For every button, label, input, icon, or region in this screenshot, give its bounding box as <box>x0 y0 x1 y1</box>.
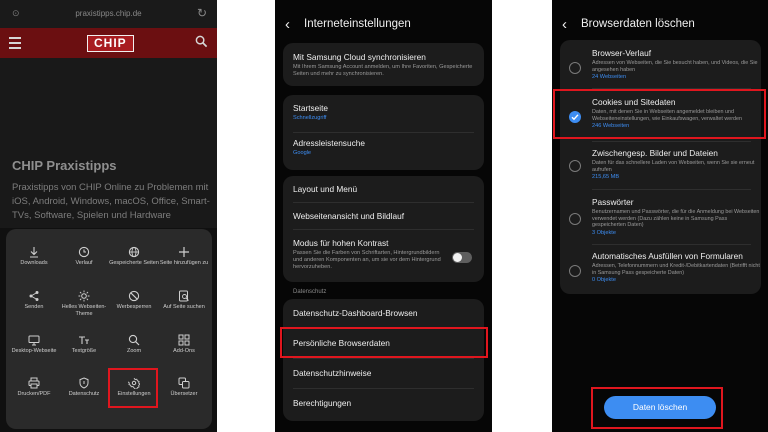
divider <box>293 388 474 389</box>
menu-item-history[interactable]: Verlauf <box>58 246 110 267</box>
globe-icon <box>128 246 140 258</box>
sync-card[interactable]: Mit Samsung Cloud synchronisieren Mit Ih… <box>283 43 484 86</box>
high-contrast-toggle[interactable] <box>452 252 472 263</box>
site-header: CHIP <box>0 28 217 58</box>
option-cached-images[interactable]: Zwischengesp. Bilder und Dateien Daten f… <box>560 148 761 188</box>
display-card: Layout und Menü Webseitenansicht und Bil… <box>283 176 484 282</box>
menu-item-zoom[interactable]: Zoom <box>108 334 160 355</box>
clock-icon <box>78 246 90 258</box>
sync-row[interactable]: Mit Samsung Cloud synchronisieren Mit Ih… <box>283 52 484 78</box>
divider <box>293 358 474 359</box>
option-passwords[interactable]: Passwörter Benutzernamen und Passwörter,… <box>560 197 761 241</box>
menu-item-desktop-site[interactable]: Desktop-Webseite <box>8 334 60 355</box>
menu-item-light-theme[interactable]: Helles Webseiten-Theme <box>58 290 110 318</box>
hamburger-menu-icon[interactable] <box>9 37 21 49</box>
privacy-dashboard-row[interactable]: Datenschutz-Dashboard-Browsen <box>283 308 484 319</box>
layout-menu-row[interactable]: Layout und Menü <box>283 184 484 195</box>
option-browser-history[interactable]: Browser-Verlauf Adressen von Webseiten, … <box>560 48 761 88</box>
data-options-card: Browser-Verlauf Adressen von Webseiten, … <box>560 40 761 294</box>
text-size-icon <box>79 336 89 344</box>
highlight-delete-button <box>591 387 723 429</box>
menu-item-downloads[interactable]: Downloads <box>8 246 60 267</box>
checkbox[interactable] <box>569 265 581 277</box>
option-text: Passwörter Benutzernamen und Passwörter,… <box>592 197 760 236</box>
highlight-personal-browsing-data <box>280 327 488 358</box>
permissions-row[interactable]: Berechtigungen <box>283 398 484 409</box>
print-icon <box>28 377 40 389</box>
sun-icon <box>78 290 90 302</box>
highlight-settings <box>108 368 158 408</box>
toggle-knob <box>453 253 462 262</box>
menu-item-print[interactable]: Drucken/PDF <box>8 377 60 398</box>
plus-icon <box>179 247 189 257</box>
webpage-view-row[interactable]: Webseitenansicht und Bildlauf <box>283 211 484 222</box>
menu-item-share[interactable]: Senden <box>8 290 60 311</box>
privacy-card: Datenschutz-Dashboard-Browsen Persönlich… <box>283 299 484 421</box>
homepage-row[interactable]: Startseite Schnellzugriff <box>283 103 484 122</box>
divider <box>293 132 474 133</box>
option-text: Browser-Verlauf Adressen von Webseiten, … <box>592 48 758 80</box>
reload-icon[interactable]: ↻ <box>197 6 207 20</box>
menu-item-text-size[interactable]: Textgröße <box>58 334 110 355</box>
privacy-notices-row[interactable]: Datenschutzhinweise <box>283 368 484 379</box>
settings-header: ‹ Interneteinstellungen <box>275 16 492 36</box>
section-title-privacy: Datenschutz <box>293 289 327 295</box>
page-title: Interneteinstellungen <box>304 18 411 30</box>
download-icon <box>30 247 38 258</box>
checkbox[interactable] <box>569 213 581 225</box>
menu-item-ad-block[interactable]: Werbesperren <box>108 290 160 311</box>
menu-item-saved-pages[interactable]: Gespeicherte Seiten <box>108 246 160 267</box>
divider <box>592 189 751 190</box>
zoom-icon <box>128 334 140 346</box>
menu-item-find-in-page[interactable]: Auf Seite suchen <box>158 290 210 311</box>
shield-icon <box>79 377 89 389</box>
option-autofill[interactable]: Automatisches Ausfüllen von Formularen A… <box>560 251 761 291</box>
divider <box>592 244 751 245</box>
option-text: Automatisches Ausfüllen von Formularen A… <box>592 251 760 283</box>
translate-icon <box>178 377 190 389</box>
chip-logo[interactable]: CHIP <box>87 35 134 52</box>
hero-title: CHIP Praxistipps <box>12 158 117 173</box>
menu-item-translator[interactable]: Übersetzer <box>158 377 210 398</box>
option-text: Zwischengesp. Bilder und Dateien Daten f… <box>592 148 755 180</box>
desktop-icon <box>28 335 40 346</box>
settings-header: ‹ Browserdaten löschen <box>552 16 768 36</box>
search-icon[interactable] <box>195 35 208 48</box>
divider <box>293 229 474 230</box>
address-bar[interactable]: ⊙ praxistipps.chip.de ↻ <box>0 0 217 28</box>
menu-item-add-page[interactable]: Seite hinzufügen zu <box>158 246 210 267</box>
clear-browsing-data-screen: ‹ Browserdaten löschen Browser-Verlauf A… <box>552 0 768 432</box>
divider <box>293 202 474 203</box>
hero-description: Praxistipps von CHIP Online zu Problemen… <box>12 182 210 221</box>
find-in-page-icon <box>179 290 189 302</box>
addons-icon <box>178 334 190 346</box>
back-icon[interactable]: ‹ <box>285 16 290 34</box>
home-search-card: Startseite Schnellzugriff Adressleistens… <box>283 95 484 170</box>
checkbox[interactable] <box>569 62 581 74</box>
checkbox[interactable] <box>569 160 581 172</box>
divider <box>592 141 751 142</box>
share-icon <box>29 291 39 301</box>
internet-settings-screen: ‹ Interneteinstellungen Mit Samsung Clou… <box>275 0 492 432</box>
page-title: Browserdaten löschen <box>581 18 695 30</box>
back-icon[interactable]: ‹ <box>562 16 567 34</box>
menu-item-privacy[interactable]: Datenschutz <box>58 377 110 398</box>
menu-item-addons[interactable]: Add-Ons <box>158 334 210 355</box>
highlight-cookies <box>553 89 766 139</box>
block-icon <box>128 290 140 302</box>
address-bar-search-row[interactable]: Adressleistensuche Google <box>283 138 484 157</box>
url-text[interactable]: praxistipps.chip.de <box>0 9 217 18</box>
